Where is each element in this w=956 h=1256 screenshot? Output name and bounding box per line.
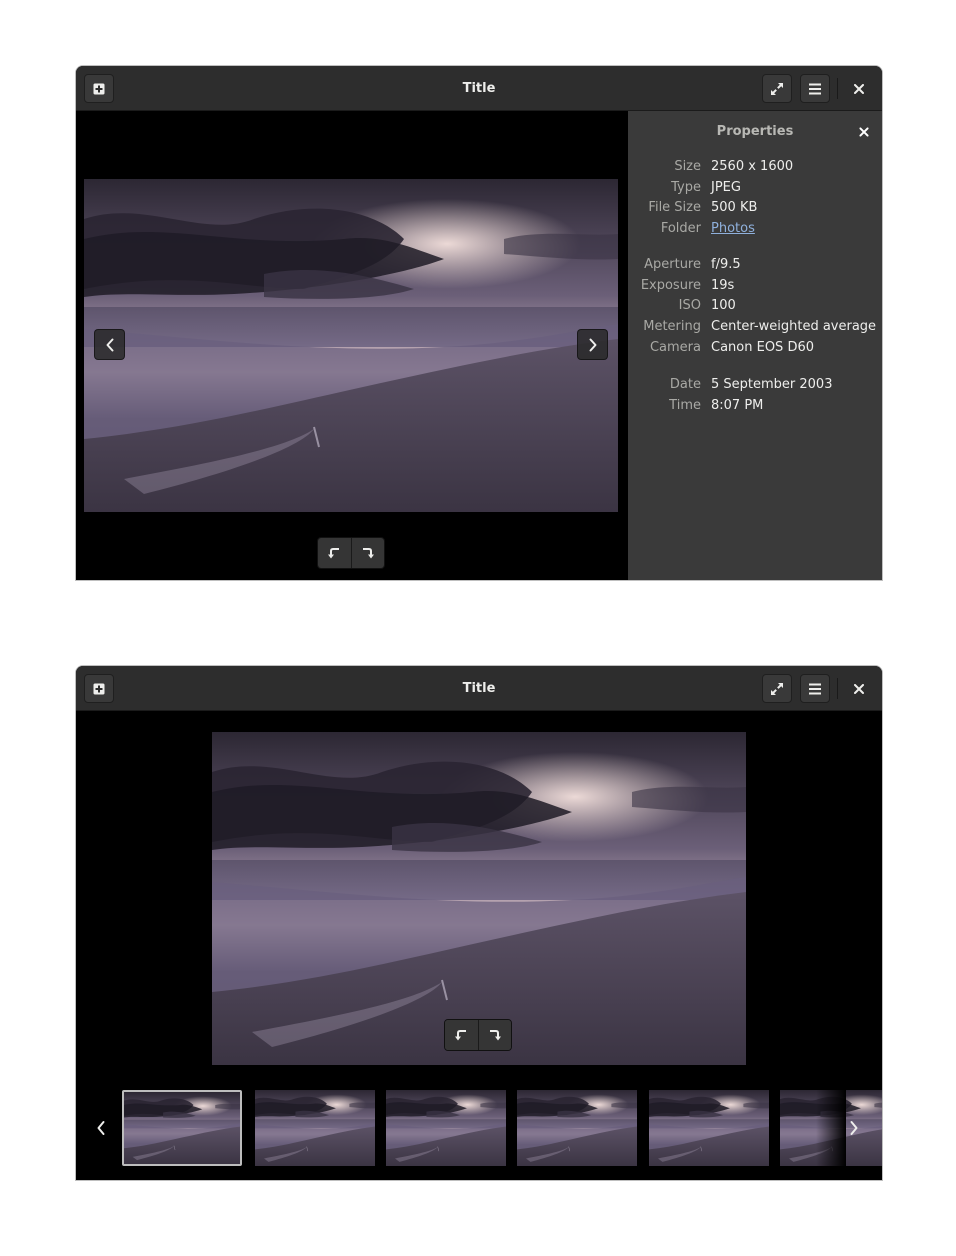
property-value: 8:07 PM (711, 397, 764, 413)
properties-title: Properties (716, 124, 794, 139)
rotate-right-icon (362, 548, 374, 559)
fullscreen-icon (771, 82, 783, 95)
chevron-left-icon (97, 1121, 105, 1135)
thumbnail[interactable] (649, 1090, 769, 1166)
property-value: 500 KB (711, 200, 758, 216)
folder-link[interactable]: Photos (711, 219, 755, 239)
main-photo (212, 732, 746, 1065)
thumbnail[interactable] (780, 1090, 882, 1166)
property-value: 19s (711, 277, 735, 293)
fullscreen-button[interactable] (762, 74, 792, 103)
previous-image-button[interactable] (94, 329, 125, 360)
rotate-right-button[interactable] (477, 1020, 511, 1050)
image-viewer-window-gallery: Title (76, 666, 882, 1180)
property-label: Exposure (640, 277, 701, 293)
titlebar-separator (837, 78, 838, 99)
hamburger-menu-icon (809, 683, 821, 694)
property-value: JPEG (711, 179, 741, 195)
thumbnail-strip (76, 1086, 882, 1180)
property-row: Camera Canon EOS D60 (628, 338, 882, 358)
chevron-left-icon (106, 338, 113, 351)
rotate-left-button[interactable] (445, 1020, 478, 1050)
titlebar: Title (76, 66, 882, 111)
hamburger-menu-icon (809, 83, 821, 94)
close-window-button[interactable] (844, 74, 874, 103)
titlebar: Title (76, 666, 882, 711)
new-button[interactable] (84, 674, 114, 703)
close-icon (854, 83, 864, 94)
thumbnail[interactable] (517, 1090, 637, 1166)
property-label: Aperture (644, 257, 701, 272)
property-label: Folder (660, 221, 701, 237)
rotate-right-icon (489, 1030, 501, 1041)
property-value: 5 September 2003 (711, 377, 833, 392)
property-value: 2560 x 1600 (711, 159, 794, 174)
property-row: Type JPEG (628, 178, 882, 198)
properties-panel: Properties Size 2560 x 1600 Type JPEG File S… (628, 111, 882, 580)
property-label: Date (669, 377, 701, 392)
next-image-button[interactable] (577, 329, 608, 360)
property-row: Metering Center-weighted average (628, 317, 882, 337)
rotate-controls (444, 1019, 512, 1051)
menu-button[interactable] (800, 74, 830, 103)
new-button[interactable] (84, 74, 114, 103)
rotate-controls (317, 537, 385, 569)
main-photo (84, 179, 618, 512)
property-row: Exposure 19s (628, 276, 882, 296)
image-viewer-area (76, 711, 882, 1086)
close-icon (854, 683, 864, 694)
property-value: Center-weighted average (711, 319, 877, 335)
close-window-button[interactable] (844, 674, 874, 703)
close-icon (859, 127, 869, 137)
property-label: Metering (643, 319, 701, 335)
chevron-right-icon (850, 1121, 858, 1135)
property-row: File Size 500 KB (628, 198, 882, 218)
plus-box-icon (93, 683, 105, 694)
fullscreen-icon (771, 682, 783, 695)
property-value: 100 (711, 298, 736, 314)
thumbnails-previous-button[interactable] (89, 1112, 113, 1144)
property-value: Canon EOS D60 (711, 339, 814, 355)
thumbnail[interactable] (255, 1090, 375, 1166)
property-label: File Size (648, 200, 701, 216)
rotate-right-button[interactable] (350, 538, 384, 568)
property-label: Type (671, 179, 701, 195)
image-viewer-area (76, 111, 628, 580)
thumbnail-selected[interactable] (122, 1090, 242, 1166)
property-row: Size 2560 x 1600 (628, 157, 882, 177)
property-row: Folder Photos (628, 219, 882, 239)
menu-button[interactable] (800, 674, 830, 703)
image-viewer-window-properties: Title Properties Size 2560 x 1600 Type J… (76, 66, 882, 580)
close-properties-button[interactable] (854, 123, 874, 141)
rotate-left-icon (328, 548, 340, 559)
thumbnail[interactable] (386, 1090, 506, 1166)
property-label: Size (674, 159, 701, 174)
rotate-left-icon (455, 1030, 467, 1041)
property-row: Aperture f/9.5 (628, 255, 882, 275)
rotate-left-button[interactable] (318, 538, 351, 568)
chevron-right-icon (589, 338, 596, 351)
property-label: ISO (678, 298, 701, 314)
property-label: Camera (649, 339, 701, 355)
property-value: f/9.5 (711, 257, 741, 272)
titlebar-separator (837, 678, 838, 699)
thumbnails-next-button[interactable] (842, 1112, 866, 1144)
property-row: ISO 100 (628, 296, 882, 316)
fullscreen-button[interactable] (762, 674, 792, 703)
property-label: Time (669, 397, 701, 413)
property-row: Date 5 September 2003 (628, 375, 882, 395)
plus-box-icon (93, 83, 105, 94)
property-row: Time 8:07 PM (628, 396, 882, 416)
